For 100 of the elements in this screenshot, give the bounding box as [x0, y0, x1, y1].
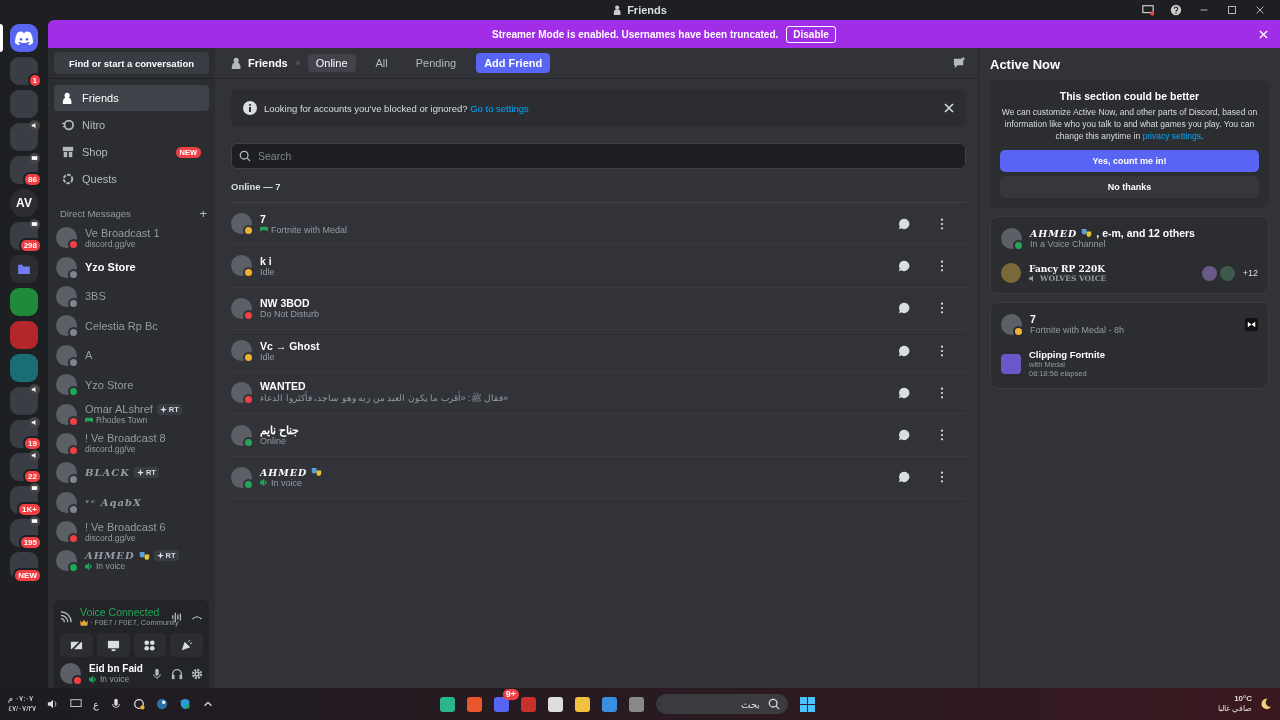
nav-item[interactable]: Quests [54, 166, 209, 192]
username: 7 [260, 212, 266, 225]
taskbar-app-icon[interactable] [548, 696, 563, 712]
speaker-icon [89, 675, 97, 683]
add-friend-button[interactable]: Add Friend [476, 53, 551, 73]
avatar [231, 297, 252, 319]
dm-item[interactable]: Yzo Store [54, 252, 209, 282]
maximize-icon[interactable] [1226, 4, 1238, 16]
search-field[interactable]: Find or start a conversation [54, 52, 209, 74]
username: AHMED [260, 466, 308, 478]
microphone-icon[interactable] [150, 667, 163, 680]
username: Yzo Store [85, 378, 134, 391]
tab[interactable]: All [367, 54, 396, 72]
notification-badge: 195 [18, 535, 42, 550]
message-icon[interactable] [898, 429, 910, 442]
decline-button[interactable]: No thanks [1000, 176, 1259, 198]
window-title: Friends [627, 4, 667, 16]
taskbar-search[interactable]: بحث [656, 694, 788, 714]
dm-item[interactable]: Celestia Rp Bc [54, 311, 209, 341]
screen-share-button[interactable] [96, 633, 130, 657]
message-icon[interactable] [898, 302, 910, 315]
avatar [56, 374, 77, 396]
avatar [56, 521, 77, 543]
settings-link[interactable]: Go to settings [470, 102, 529, 114]
dm-item[interactable]: Ve Broadcast 1 discord.gg/ve [54, 223, 209, 253]
message-icon[interactable] [898, 344, 910, 357]
new-group-dm-icon[interactable] [953, 56, 966, 70]
dm-item[interactable]: ! Ve Broadcast 6 discord.gg/ve [54, 516, 209, 547]
friend-row[interactable]: NW 3BOD Do Not Disturb [231, 287, 966, 330]
taskbar-app-icon[interactable] [575, 696, 590, 712]
settings-icon[interactable] [190, 667, 203, 680]
camera-off-button[interactable] [60, 633, 93, 657]
avatar [56, 285, 77, 307]
signal-icon [60, 610, 72, 623]
server-icon[interactable]: AV [10, 189, 38, 217]
username: Vc → Ghost [260, 339, 320, 352]
accept-button[interactable]: Yes, count me in! [1000, 150, 1259, 172]
taskbar-app-icon[interactable] [440, 696, 455, 712]
username: Yzo Store [85, 261, 136, 274]
avatar [56, 403, 77, 425]
avatar [231, 424, 252, 446]
message-icon[interactable] [898, 259, 910, 272]
username: Ve Broadcast 1 [85, 226, 160, 239]
add-dm-button[interactable]: + [199, 206, 207, 221]
dm-item[interactable]: ᵛᶜ AqabX [54, 487, 209, 517]
sync-icon[interactable] [133, 698, 146, 710]
disable-button[interactable]: Disable [786, 25, 836, 43]
close-icon[interactable] [1254, 4, 1266, 16]
server-icon [1001, 263, 1021, 283]
friend-row[interactable]: 7 Fortnite with Medal [231, 203, 966, 246]
username: k i [260, 254, 272, 267]
friends-icon [613, 5, 624, 15]
nav-item[interactable]: Nitro [54, 112, 209, 138]
server-name: Fancy RP 220K [1029, 263, 1107, 274]
dm-item[interactable]: A [54, 340, 209, 370]
message-icon[interactable] [898, 386, 910, 399]
avatar [56, 344, 77, 366]
dm-item[interactable]: ! Ve Broadcast 8 discord.gg/ve [54, 428, 209, 459]
message-icon[interactable] [898, 471, 910, 484]
close-icon[interactable] [944, 103, 954, 113]
dm-item[interactable]: 3BS [54, 281, 209, 312]
activities-button[interactable] [133, 633, 167, 657]
notification-badge: 9+ [502, 688, 519, 700]
headphones-icon[interactable] [170, 667, 183, 680]
username: A [85, 349, 93, 362]
steam-icon[interactable] [156, 698, 169, 710]
status-text: discord.gg/ve [85, 532, 136, 543]
search-field[interactable]: Search [231, 143, 966, 169]
microphone-icon[interactable] [110, 698, 123, 710]
avatar [1001, 313, 1022, 335]
discord-home-button[interactable] [10, 24, 38, 52]
username: جناح نايم [260, 424, 299, 437]
moon-icon[interactable] [1260, 698, 1272, 710]
help-icon[interactable] [1170, 4, 1182, 16]
friend-row[interactable]: k i Idle [231, 245, 966, 288]
notification-badge: NEW [13, 568, 42, 583]
sparkle-icon [156, 552, 164, 560]
status-text: Idle [260, 351, 275, 362]
status-text: فقال ﷺ: «أقرب ما يكون العبد من ربه وهو ساجد، فأكثروا الدعاء» [260, 391, 509, 406]
start-icon[interactable] [800, 696, 815, 712]
search-icon [768, 698, 780, 710]
avatar [1201, 265, 1217, 281]
avatar [56, 550, 77, 572]
status-text: Do Not Disturb [260, 309, 320, 320]
avatar [1219, 265, 1235, 281]
status-text: Fortnite with Medal [271, 224, 348, 235]
monitor-icon[interactable] [70, 698, 83, 710]
dm-item[interactable]: Yzo Store [54, 369, 209, 400]
folder-icon[interactable] [10, 255, 38, 283]
notification-badge: 1K+ [17, 502, 42, 517]
nav-item[interactable]: Friends [54, 85, 209, 111]
tab[interactable]: Pending [407, 54, 465, 72]
message-icon[interactable] [898, 217, 910, 230]
shield-icon[interactable] [179, 698, 192, 710]
keyboard-language[interactable]: ع [93, 698, 100, 710]
soundboard-button[interactable] [170, 633, 203, 657]
monitor-icon[interactable] [1142, 4, 1154, 16]
friend-row[interactable]: Vc → Ghost Idle [231, 329, 966, 373]
friend-row[interactable]: AHMED In voice [231, 456, 966, 500]
tab[interactable]: Online [307, 54, 356, 72]
